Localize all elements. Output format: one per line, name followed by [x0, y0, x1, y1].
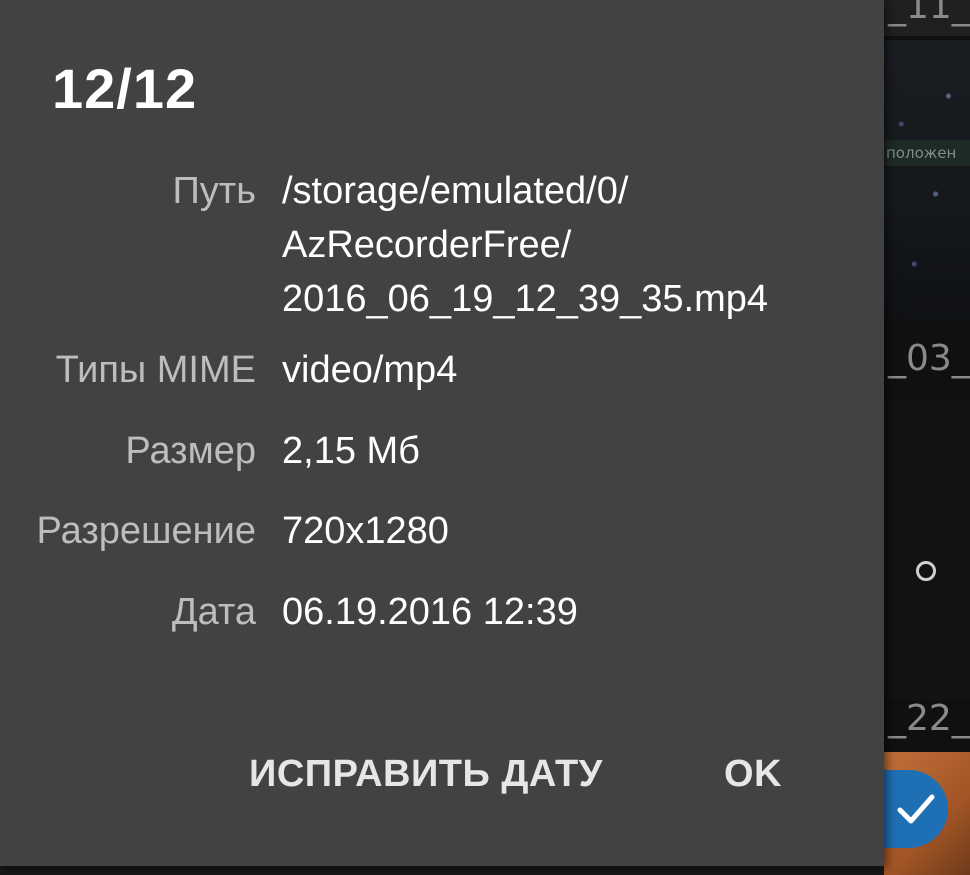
info-key-resolution: Разрешение: [36, 510, 256, 552]
gallery-thumbnail[interactable]: положен: [884, 40, 970, 320]
fix-date-button[interactable]: ИСПРАВИТЬ ДАТУ: [249, 742, 603, 806]
thumbnail-caption: положен: [884, 140, 970, 166]
info-key-date: Дата: [171, 591, 256, 633]
info-value-resolution: 720x1280: [282, 510, 449, 552]
info-key-path: Путь: [172, 170, 256, 212]
radio-dot-icon[interactable]: [916, 561, 936, 581]
dialog-title: 12/12: [52, 57, 198, 120]
info-key-size: Размер: [125, 430, 256, 472]
gallery-thumbnail-label: _03_3: [888, 338, 970, 379]
info-value-path: /storage/emulated/0/ AzRecorderFree/ 201…: [282, 164, 862, 326]
info-value-date: 06.19.2016 12:39: [282, 591, 578, 633]
path-line: /storage/emulated/0/: [282, 170, 629, 212]
dialog-actions: ИСПРАВИТЬ ДАТУ OK: [0, 742, 884, 806]
gallery-thumbnail-label: _22_4: [888, 698, 970, 739]
screen: _11_3 положен _03_3 _22_4 12/12 Путь /st…: [0, 0, 970, 875]
info-value-size: 2,15 Мб: [282, 430, 420, 472]
gallery-thumbnail-label: _11_3: [888, 0, 970, 27]
path-line: AzRecorderFree/: [282, 224, 572, 266]
path-line: 2016_06_19_12_39_35.mp4: [282, 278, 769, 320]
info-key-mime: Типы MIME: [55, 349, 256, 391]
gallery-background-strip: _11_3 положен _03_3 _22_4: [884, 0, 970, 875]
info-value-mime: video/mp4: [282, 349, 458, 391]
ok-button[interactable]: OK: [724, 742, 782, 806]
gallery-thumbnail[interactable]: [884, 400, 970, 700]
check-icon: [897, 794, 935, 824]
file-details-dialog: 12/12 Путь /storage/emulated/0/ AzRecord…: [0, 0, 884, 866]
